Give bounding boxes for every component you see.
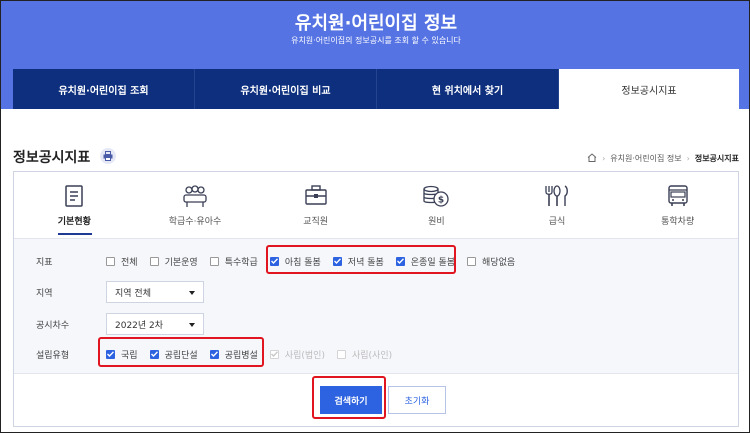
period-select[interactable]: 2022년 2차: [106, 313, 204, 335]
type-label: 설립유형: [36, 350, 70, 361]
indicator-label: 지표: [36, 257, 53, 268]
briefcase-icon: [304, 185, 327, 205]
indicator-evening-care-checkbox[interactable]: 저녁 돌봄: [332, 255, 384, 268]
region-select[interactable]: 지역 전체: [106, 281, 204, 303]
indicator-options: 전체 기본운영 특수학급 아침 돌봄 저녁 돌봄 온종일 돌봄 해당없음: [106, 255, 527, 268]
category-label: 기본현황: [57, 217, 91, 227]
chevron-right-icon: ›: [602, 154, 606, 163]
group-icon: [183, 185, 207, 207]
category-staff[interactable]: 교직원: [255, 172, 376, 238]
check-icon[interactable]: [209, 349, 219, 359]
region-value: 지역 전체: [115, 288, 151, 299]
option-label: 아침 돌봄: [284, 257, 321, 268]
option-label: 해당없음: [482, 257, 516, 268]
category-fees[interactable]: $ 원비: [376, 172, 497, 238]
category-tabs: 기본현황 학급수·유아수 교직원 $ 원비 급식 통학차량: [14, 172, 738, 239]
checkbox-box: [336, 349, 346, 359]
check-icon[interactable]: [332, 256, 342, 266]
category-basic[interactable]: 기본현황: [14, 172, 135, 238]
reset-button[interactable]: 초기화: [388, 386, 446, 414]
tab-indicators[interactable]: 정보공시지표: [559, 69, 739, 109]
tab-search[interactable]: 유치원·어린이집 조회: [13, 69, 195, 109]
category-label: 급식: [548, 217, 566, 227]
breadcrumb-item[interactable]: 유치원·어린이집 정보: [610, 153, 681, 164]
action-bar: 검색하기 초기화: [14, 374, 738, 426]
region-label: 지역: [36, 288, 53, 299]
checkbox-box[interactable]: [149, 256, 159, 266]
check-icon[interactable]: [106, 349, 115, 359]
category-label: 교직원: [303, 217, 329, 227]
header-subtitle: 유치원·어린이집의 정보공시를 조회 할 수 있습니다: [291, 36, 461, 45]
check-icon: [269, 349, 279, 359]
check-icon[interactable]: [149, 349, 159, 359]
indicator-allday-care-checkbox[interactable]: 온종일 돌봄: [395, 255, 456, 268]
svg-text:$: $: [438, 196, 444, 206]
document-icon: [65, 185, 84, 207]
period-value: 2022년 2차: [115, 320, 164, 331]
indicator-panel: 기본현황 학급수·유아수 교직원 $ 원비 급식 통학차량 지표 전체 기본운영…: [13, 171, 739, 427]
checkbox-box[interactable]: [106, 256, 115, 266]
option-label: 사립(사인): [351, 350, 393, 361]
caret-down-icon: [189, 291, 195, 295]
filter-area: 지표 전체 기본운영 특수학급 아침 돌봄 저녁 돌봄 온종일 돌봄 해당없음 …: [14, 239, 738, 374]
breadcrumb: › 유치원·어린이집 정보 › 정보공시지표: [587, 153, 739, 164]
category-meals[interactable]: 급식: [497, 172, 618, 238]
indicator-all-checkbox[interactable]: 전체: [106, 255, 138, 268]
period-label: 공시차수: [36, 320, 70, 331]
coins-icon: $: [423, 185, 449, 207]
type-row: 설립유형 국립 공립단설 공립병설 사립(법인) 사립(사인): [14, 343, 738, 365]
category-label: 학급수·유아수: [168, 217, 222, 227]
caret-down-icon: [189, 323, 195, 327]
header-title: 유치원·어린이집 정보: [294, 13, 458, 34]
type-public-standalone-checkbox[interactable]: 공립단설: [149, 348, 198, 361]
option-label: 온종일 돌봄: [410, 257, 456, 268]
breadcrumb-current: 정보공시지표: [694, 154, 739, 163]
indicator-special-checkbox[interactable]: 특수학급: [209, 255, 258, 268]
option-label: 공립병설: [224, 350, 258, 361]
page-frame: 유치원·어린이집 정보 유치원·어린이집의 정보공시를 조회 할 수 있습니다 …: [0, 0, 750, 433]
option-label: 사립(법인): [284, 350, 325, 361]
category-label: 통학차량: [661, 217, 695, 227]
home-icon[interactable]: [587, 153, 597, 164]
type-options: 국립 공립단설 공립병설 사립(법인) 사립(사인): [106, 348, 404, 361]
utensils-icon: [545, 185, 568, 206]
type-public-attached-checkbox[interactable]: 공립병설: [209, 348, 258, 361]
category-bus[interactable]: 통학차량: [617, 172, 738, 238]
period-row: 공시차수 2022년 2차: [14, 313, 738, 335]
category-label: 원비: [428, 217, 445, 227]
bus-icon: [667, 185, 688, 206]
print-icon[interactable]: [100, 148, 116, 164]
indicator-row: 지표 전체 기본운영 특수학급 아침 돌봄 저녁 돌봄 온종일 돌봄 해당없음: [14, 250, 738, 272]
page-title: 정보공시지표: [13, 150, 91, 166]
tab-compare[interactable]: 유치원·어린이집 비교: [195, 69, 377, 109]
region-row: 지역 지역 전체: [14, 281, 738, 303]
search-button[interactable]: 검색하기: [320, 386, 382, 414]
type-private-individual-checkbox: 사립(사인): [336, 348, 393, 361]
indicator-none-checkbox[interactable]: 해당없음: [467, 255, 515, 268]
check-icon[interactable]: [395, 256, 405, 266]
option-label: 국립: [121, 350, 138, 361]
option-label: 전체: [121, 257, 138, 268]
chevron-right-icon: ›: [686, 154, 690, 163]
option-label: 기본운영: [164, 257, 198, 268]
active-underline: [58, 233, 92, 235]
type-private-corp-checkbox: 사립(법인): [269, 348, 325, 361]
indicator-morning-care-checkbox[interactable]: 아침 돌봄: [269, 255, 321, 268]
category-classes[interactable]: 학급수·유아수: [135, 172, 256, 238]
indicator-basic-checkbox[interactable]: 기본운영: [149, 255, 198, 268]
option-label: 특수학급: [224, 257, 258, 268]
option-label: 공립단설: [164, 350, 198, 361]
option-label: 저녁 돌봄: [347, 257, 384, 268]
type-national-checkbox[interactable]: 국립: [106, 348, 138, 361]
check-icon[interactable]: [269, 256, 279, 266]
main-tabs: 유치원·어린이집 조회 유치원·어린이집 비교 현 위치에서 찾기 정보공시지표: [13, 69, 739, 109]
checkbox-box[interactable]: [467, 256, 477, 266]
tab-nearby[interactable]: 현 위치에서 찾기: [377, 69, 559, 109]
checkbox-box[interactable]: [209, 256, 219, 266]
